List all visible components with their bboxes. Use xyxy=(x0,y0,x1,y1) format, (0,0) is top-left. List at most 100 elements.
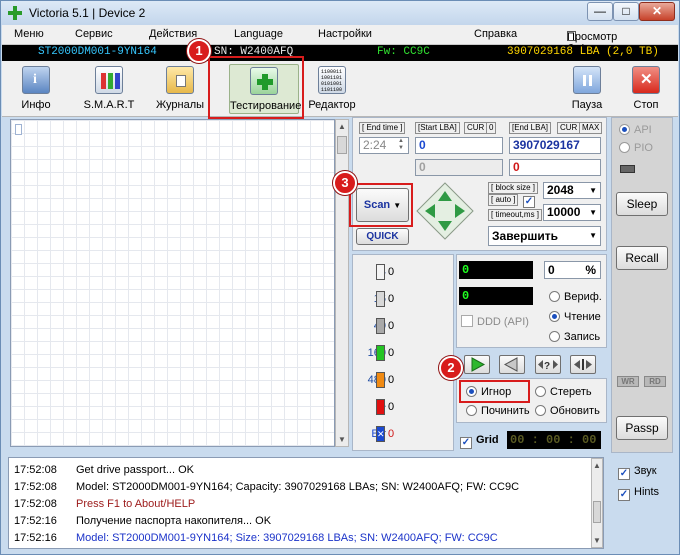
write-radio[interactable]: Запись xyxy=(549,331,600,343)
block-stat-swatch xyxy=(376,372,385,388)
log-scroll-up-icon[interactable]: ▲ xyxy=(592,459,602,472)
log-line: 17:52:08 Press F1 to About/HELP xyxy=(14,498,196,510)
random-seek-button[interactable]: ? xyxy=(535,355,561,374)
start-lba-zero-button[interactable]: 0 xyxy=(486,122,497,134)
maximize-button[interactable]: □ xyxy=(613,2,639,21)
api-radio-icon xyxy=(619,124,630,135)
block-size-dropdown-icon: ▼ xyxy=(589,186,597,195)
seek-end-button[interactable] xyxy=(570,355,596,374)
scan-map-scrollbar[interactable]: ▲ ▼ xyxy=(335,119,349,447)
repair-radio[interactable]: Починить xyxy=(466,405,530,417)
start-lba-cur-button[interactable]: CUR xyxy=(464,122,488,134)
ddd-api-checkbox[interactable]: DDD (API) xyxy=(461,315,529,328)
play-button[interactable] xyxy=(464,355,490,374)
pio-radio[interactable]: PIO xyxy=(619,142,653,154)
end-lba-input[interactable]: 3907029167 xyxy=(509,137,601,154)
menu-item-menu[interactable]: Меню xyxy=(14,28,44,40)
testing-highlight-frame xyxy=(208,56,304,119)
finish-action-select[interactable]: Завершить ▼ xyxy=(488,226,601,246)
auto-check-icon: ✓ xyxy=(523,196,535,208)
menu-item-actions[interactable]: Действия xyxy=(149,28,197,40)
info-label: Инфо xyxy=(21,99,51,111)
percent-value: 0 xyxy=(548,263,555,277)
block-stat-swatch xyxy=(376,318,385,334)
block-stat-swatch xyxy=(376,399,385,415)
passport-button[interactable]: Passp xyxy=(616,416,668,440)
quick-button[interactable]: QUICK xyxy=(356,228,409,245)
speed-display: 0 xyxy=(459,287,533,305)
log-scroll-thumb[interactable] xyxy=(593,501,601,523)
log-line: 17:52:16 Получение паспорта накопителя...… xyxy=(14,515,272,527)
scroll-down-icon[interactable]: ▼ xyxy=(336,433,348,446)
verify-label: Вериф. xyxy=(564,291,602,303)
end-lba-max-button[interactable]: MAX xyxy=(579,122,603,134)
block-stat-row: 1600 xyxy=(354,345,404,361)
event-log: 17:52:08 Get drive passport... OK 17:52:0… xyxy=(8,457,604,549)
erase-radio[interactable]: Стереть xyxy=(535,386,592,398)
block-stat-count: 0 xyxy=(388,320,395,332)
rd-indicator: RD xyxy=(644,376,666,387)
ddd-check-icon xyxy=(461,315,473,327)
verify-radio-icon xyxy=(549,291,560,302)
sound-checkbox[interactable]: ✓ Звук xyxy=(618,465,657,480)
timeout-select[interactable]: 10000 ▼ xyxy=(543,204,601,221)
recall-button[interactable]: Recall xyxy=(616,246,668,270)
journals-label: Журналы xyxy=(155,99,205,111)
finish-dropdown-icon: ▼ xyxy=(589,231,597,240)
scroll-up-icon[interactable]: ▲ xyxy=(336,120,348,133)
reverse-button[interactable] xyxy=(499,355,525,374)
log-scroll-down-icon[interactable]: ▼ xyxy=(592,534,602,547)
wr-indicator: WR xyxy=(617,376,639,387)
stop-label: Стоп xyxy=(633,99,659,111)
scan-cursor-block xyxy=(15,124,22,135)
drive-model: ST2000DM001-9YN164 xyxy=(38,46,157,58)
auto-checkbox[interactable]: ✓ xyxy=(523,193,539,208)
percent-sign: % xyxy=(585,263,596,277)
refresh-radio[interactable]: Обновить xyxy=(535,405,600,417)
grid-checkbox[interactable]: ✓ Grid xyxy=(460,434,499,449)
editor-label: Редактор xyxy=(308,99,356,111)
menu-item-help[interactable]: Справка xyxy=(474,28,517,40)
end-time-spinner-icon[interactable]: ▲ ▼ xyxy=(395,138,407,153)
info-button[interactable]: i Инфо xyxy=(6,64,66,114)
log-line: 17:52:08 Get drive passport... OK xyxy=(14,464,194,476)
api-label: API xyxy=(634,124,652,136)
log-scrollbar[interactable]: ▲ ▼ xyxy=(591,458,603,548)
block-stat-row: 400 xyxy=(354,318,404,334)
sound-label: Звук xyxy=(634,465,657,477)
toolbar: i Инфо S.M.A.R.T Журналы Тестирование 11… xyxy=(2,61,678,117)
end-lba-cur-button[interactable]: CUR xyxy=(557,122,581,134)
journals-button[interactable]: Журналы xyxy=(150,64,210,114)
window-title: Victoria 5.1 | Device 2 xyxy=(29,6,146,20)
refresh-radio-icon xyxy=(535,405,546,416)
scroll-thumb[interactable] xyxy=(337,136,347,154)
drive-firmware: Fw: CC9C xyxy=(377,46,430,58)
hints-checkbox[interactable]: ✓ Hints xyxy=(618,486,659,501)
start-lba-label: [Start LBA] xyxy=(415,122,460,134)
block-size-select[interactable]: 2048 ▼ xyxy=(543,182,601,199)
verify-radio[interactable]: Вериф. xyxy=(549,291,602,303)
minimize-button[interactable]: — xyxy=(587,2,613,21)
close-button[interactable]: ✕ xyxy=(639,2,675,21)
smart-button[interactable]: S.M.A.R.T xyxy=(78,64,140,114)
stop-button[interactable]: ✕ Стоп xyxy=(616,64,676,114)
read-radio[interactable]: Чтение xyxy=(549,311,601,323)
elapsed-timer: 00 : 00 : 00 xyxy=(507,431,601,449)
start-lba-input[interactable]: 0 xyxy=(415,137,503,154)
timeout-dropdown-icon: ▼ xyxy=(589,208,597,217)
sound-check-icon: ✓ xyxy=(618,468,630,480)
step-badge-2: 2 xyxy=(439,356,463,380)
api-radio[interactable]: API xyxy=(619,124,652,136)
pause-button[interactable]: Пауза xyxy=(557,64,617,114)
editor-button[interactable]: 1100011 1001101 0101001 1101100 Редактор xyxy=(302,64,362,114)
sleep-button[interactable]: Sleep xyxy=(616,192,668,216)
percent-display: 0% xyxy=(544,261,601,279)
menu-item-settings[interactable]: Настройки xyxy=(318,28,372,40)
erase-radio-icon xyxy=(535,386,546,397)
block-stat-row: 40 xyxy=(354,264,404,280)
random-seek-icon: ? xyxy=(538,360,558,372)
menu-item-language[interactable]: Language xyxy=(234,28,283,40)
navigation-dpad-icon[interactable] xyxy=(415,181,475,241)
drive-capacity: 3907029168 LBA (2,0 TB) xyxy=(507,46,659,58)
menu-item-service[interactable]: Сервис xyxy=(75,28,113,40)
